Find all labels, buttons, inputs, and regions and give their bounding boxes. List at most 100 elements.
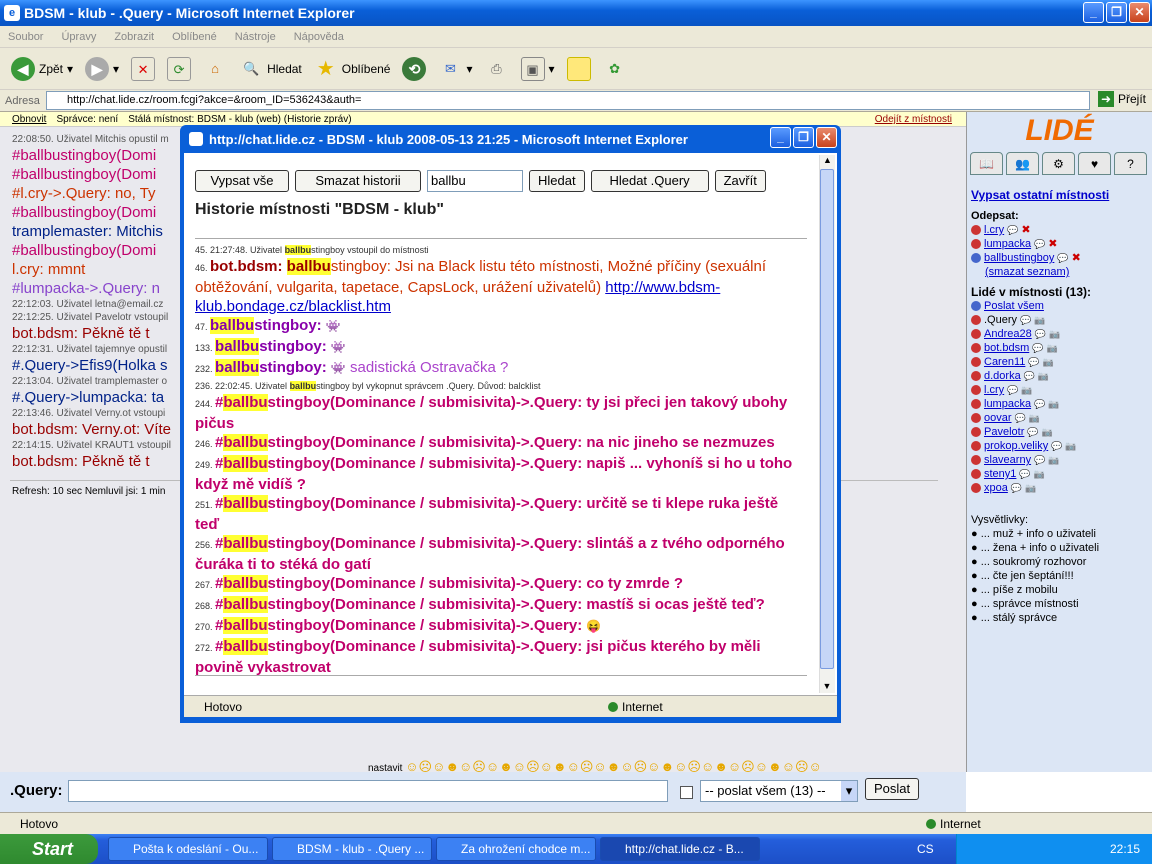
search-query-button[interactable]: Hledat .Query — [590, 170, 709, 192]
message-input[interactable] — [68, 780, 668, 802]
popup-maximize-button[interactable]: ❐ — [793, 127, 814, 148]
private-checkbox[interactable] — [680, 786, 693, 799]
maximize-button[interactable]: ❐ — [1106, 2, 1127, 23]
unsub-user-link[interactable]: ballbustingboy — [984, 251, 1054, 265]
unsub-user-link[interactable]: lumpacka — [984, 237, 1031, 251]
camera-icon[interactable]: 📷 — [1029, 411, 1040, 425]
taskbar-item[interactable]: http://chat.lide.cz - B... — [600, 837, 760, 861]
chat-bubble-icon[interactable]: 💬 — [1015, 411, 1026, 425]
stop-button[interactable]: ✕ — [128, 52, 158, 86]
chat-bubble-icon[interactable]: 💬 — [1007, 223, 1018, 237]
menu-item[interactable]: Soubor — [8, 31, 43, 43]
camera-icon[interactable]: 📷 — [1042, 425, 1053, 439]
scroll-up-icon[interactable]: ▲ — [820, 155, 835, 169]
chat-bubble-icon[interactable]: 💬 — [1051, 439, 1062, 453]
clear-list-link[interactable]: (smazat seznam) — [985, 266, 1069, 278]
menu-item[interactable]: Úpravy — [61, 31, 96, 43]
camera-icon[interactable]: 📷 — [1038, 369, 1049, 383]
minimize-button[interactable]: _ — [1083, 2, 1104, 23]
lide-logo[interactable]: LIDÉ — [967, 112, 1152, 152]
chat-bubble-icon[interactable]: 💬 — [1032, 341, 1043, 355]
go-button[interactable]: ➜ Přejít — [1097, 91, 1146, 107]
chat-bubble-icon[interactable]: 💬 — [1057, 251, 1068, 265]
history-search-button[interactable]: Hledat — [529, 170, 585, 192]
send-button[interactable]: Poslat — [865, 778, 920, 800]
chat-bubble-icon[interactable]: 💬 — [1019, 467, 1030, 481]
home-button[interactable]: ⌂ — [200, 52, 230, 86]
popup-minimize-button[interactable]: _ — [770, 127, 791, 148]
tab-people[interactable]: 👥 — [1006, 152, 1039, 175]
user-link[interactable]: Andrea28 — [984, 327, 1032, 341]
user-link[interactable]: steny1 — [984, 467, 1016, 481]
address-input[interactable]: http://chat.lide.cz/room.fcgi?akce=&room… — [46, 91, 1090, 110]
popup-close-text-button[interactable]: Zavřít — [714, 170, 766, 192]
chat-bubble-icon[interactable]: 💬 — [1027, 425, 1038, 439]
send-all-link[interactable]: Poslat všem — [984, 299, 1044, 313]
menu-item[interactable]: Nápověda — [294, 31, 344, 43]
refresh-button[interactable]: ⟳ — [164, 52, 194, 86]
start-button[interactable]: Start — [0, 834, 98, 864]
menu-item[interactable]: Nástroje — [235, 31, 276, 43]
search-button[interactable]: 🔍 Hledat — [236, 52, 305, 86]
recipient-select[interactable]: -- poslat všem (13) -- ▾ — [700, 780, 858, 802]
camera-icon[interactable]: 📷 — [1065, 439, 1076, 453]
camera-icon[interactable]: 📷 — [1043, 355, 1054, 369]
camera-icon[interactable]: 📷 — [1034, 467, 1045, 481]
remove-icon[interactable]: ✖ — [1021, 223, 1030, 237]
menu-item[interactable]: Zobrazit — [114, 31, 154, 43]
camera-icon[interactable]: 📷 — [1034, 313, 1045, 327]
back-button[interactable]: ◀ Zpět ▾ — [8, 52, 76, 86]
tab-help[interactable]: ? — [1114, 152, 1147, 175]
chat-bubble-icon[interactable]: 💬 — [1028, 355, 1039, 369]
popup-scrollbar[interactable]: ▲ ▼ — [819, 155, 835, 693]
remove-icon[interactable]: ✖ — [1048, 237, 1057, 251]
camera-icon[interactable]: 📷 — [1048, 397, 1059, 411]
chat-bubble-icon[interactable]: 💬 — [1020, 313, 1031, 327]
chat-bubble-icon[interactable]: 💬 — [1034, 453, 1045, 467]
user-link[interactable]: bot.bdsm — [984, 341, 1029, 355]
popup-close-button[interactable]: ✕ — [816, 127, 837, 148]
language-indicator[interactable]: CS — [917, 834, 934, 864]
scroll-thumb[interactable] — [820, 169, 834, 669]
user-link[interactable]: lumpacka — [984, 397, 1031, 411]
history-button[interactable]: ⟲ — [399, 52, 429, 86]
user-link[interactable]: Caren11 — [984, 355, 1025, 369]
chat-bubble-icon[interactable]: 💬 — [1024, 369, 1035, 383]
favorites-button[interactable]: ★ Oblíbené — [311, 52, 394, 86]
user-link[interactable]: xpoa — [984, 481, 1008, 495]
chat-bubble-icon[interactable]: 💬 — [1011, 481, 1022, 495]
camera-icon[interactable]: 📷 — [1046, 341, 1057, 355]
leave-room-link[interactable]: Odejít z místnosti — [875, 112, 952, 126]
chat-bubble-icon[interactable]: 💬 — [1035, 327, 1046, 341]
camera-icon[interactable]: 📷 — [1021, 383, 1032, 397]
unsub-user-link[interactable]: l.cry — [984, 223, 1004, 237]
taskbar-item[interactable]: BDSM - klub - .Query ... — [272, 837, 432, 861]
user-link[interactable]: l.cry — [984, 383, 1004, 397]
icq-button[interactable]: ✿ — [600, 52, 630, 86]
tab-settings[interactable]: ⚙ — [1042, 152, 1075, 175]
user-link[interactable]: Pavelotr — [984, 425, 1024, 439]
chat-bubble-icon[interactable]: 💬 — [1034, 397, 1045, 411]
user-link[interactable]: oovar — [984, 411, 1012, 425]
taskbar-item[interactable]: Pošta k odeslání - Ou... — [108, 837, 268, 861]
list-all-button[interactable]: Vypsat vše — [195, 170, 289, 192]
camera-icon[interactable]: 📷 — [1049, 327, 1060, 341]
camera-icon[interactable]: 📷 — [1048, 453, 1059, 467]
remove-icon[interactable]: ✖ — [1072, 251, 1081, 265]
user-link[interactable]: slavearny — [984, 453, 1031, 467]
user-link[interactable]: d.dorka — [984, 369, 1021, 383]
taskbar-item[interactable]: Za ohrožení chodce m... — [436, 837, 596, 861]
print-button[interactable]: ⎙ — [482, 52, 512, 86]
list-other-rooms-link[interactable]: Vypsat ostatní místnosti — [971, 188, 1109, 202]
close-button[interactable]: ✕ — [1129, 2, 1150, 23]
menu-item[interactable]: Oblíbené — [172, 31, 217, 43]
tab-hearts[interactable]: ♥ — [1078, 152, 1111, 175]
chat-bubble-icon[interactable]: 💬 — [1007, 383, 1018, 397]
tab-book[interactable]: 📖 — [970, 152, 1003, 175]
clear-history-button[interactable]: Smazat historii — [295, 170, 421, 192]
chat-bubble-icon[interactable]: 💬 — [1034, 237, 1045, 251]
history-search-input[interactable]: ballbu — [427, 170, 523, 192]
refresh-link[interactable]: Obnovit — [12, 112, 46, 126]
edit-button[interactable]: ▣ ▾ — [518, 52, 558, 86]
scroll-down-icon[interactable]: ▼ — [820, 681, 834, 691]
